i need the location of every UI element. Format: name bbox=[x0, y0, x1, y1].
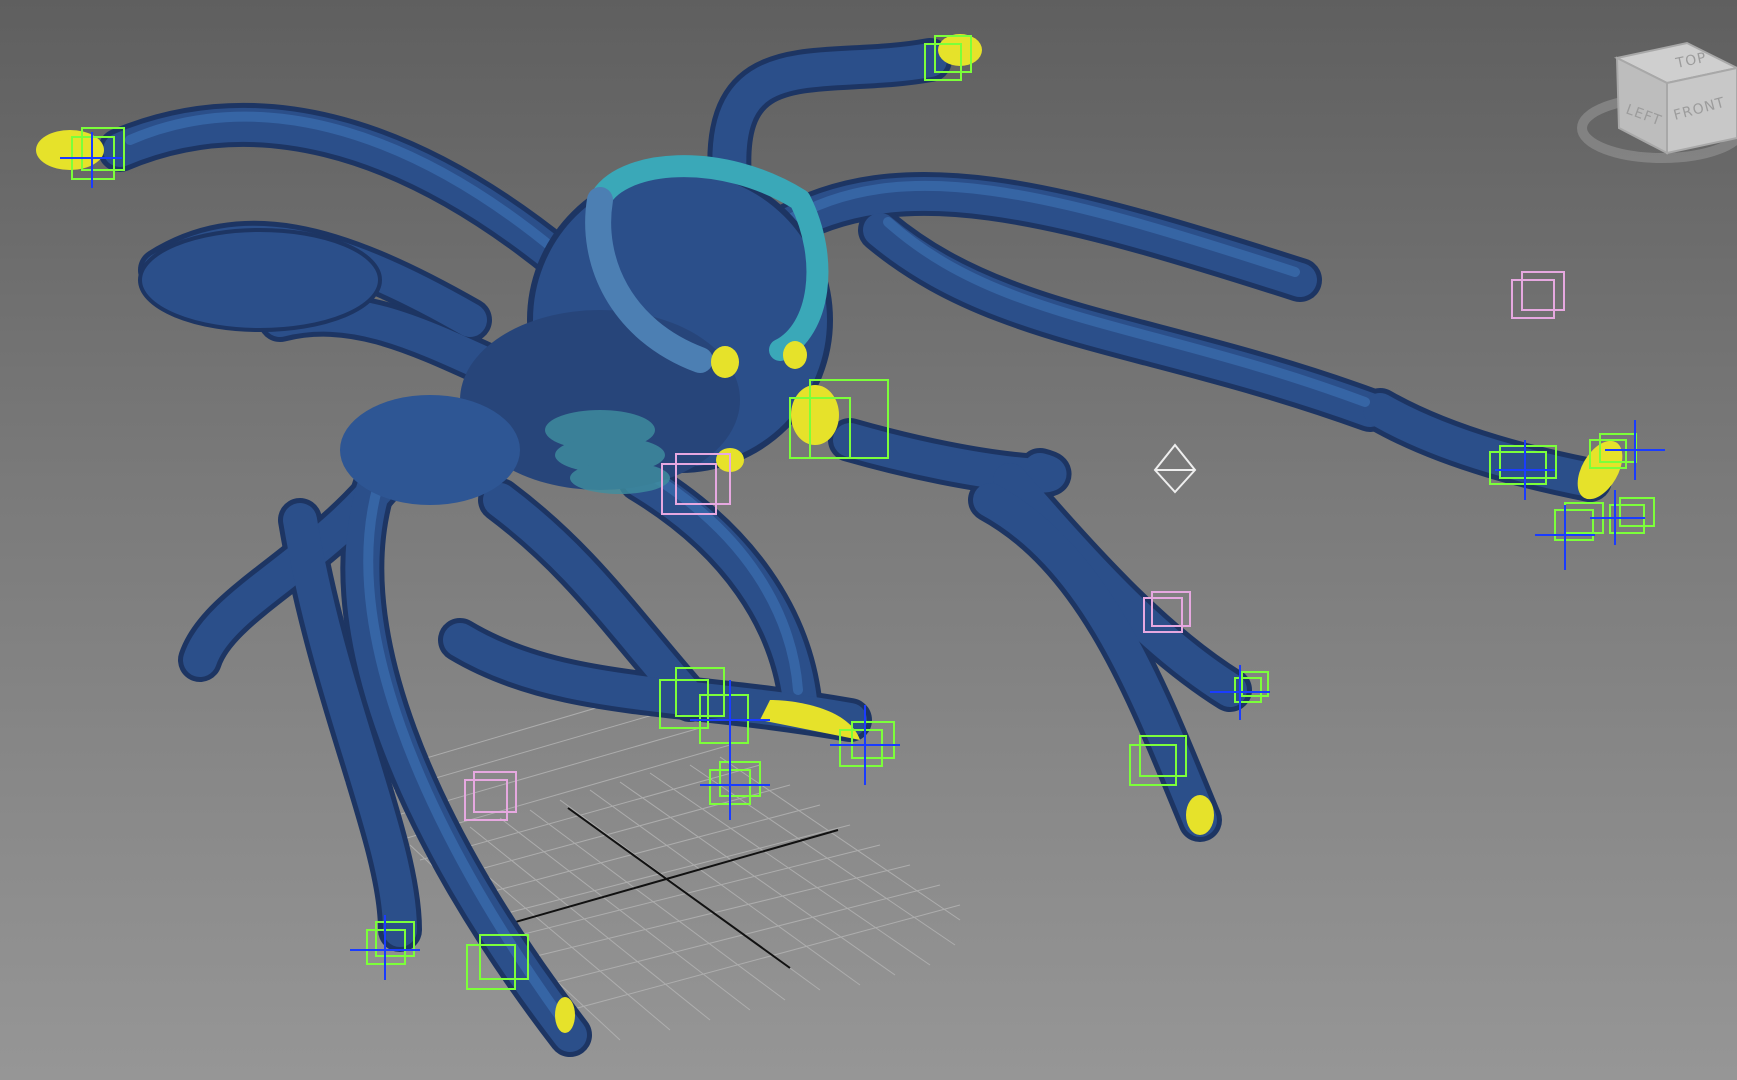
light-target[interactable] bbox=[1153, 443, 1197, 494]
grid-axis-y bbox=[567, 807, 791, 969]
dummy-helper[interactable] bbox=[464, 771, 517, 821]
creature-mesh[interactable] bbox=[98, 38, 1612, 1057]
viewcube[interactable]: TOP LEFT FRONT bbox=[1577, 28, 1737, 178]
3d-viewport[interactable]: TOP LEFT FRONT bbox=[0, 0, 1737, 1080]
scene-canvas[interactable] bbox=[0, 0, 1737, 1080]
helper-box[interactable] bbox=[1609, 497, 1655, 534]
dummy-helper[interactable] bbox=[1511, 271, 1565, 319]
helper-box[interactable] bbox=[709, 761, 761, 805]
